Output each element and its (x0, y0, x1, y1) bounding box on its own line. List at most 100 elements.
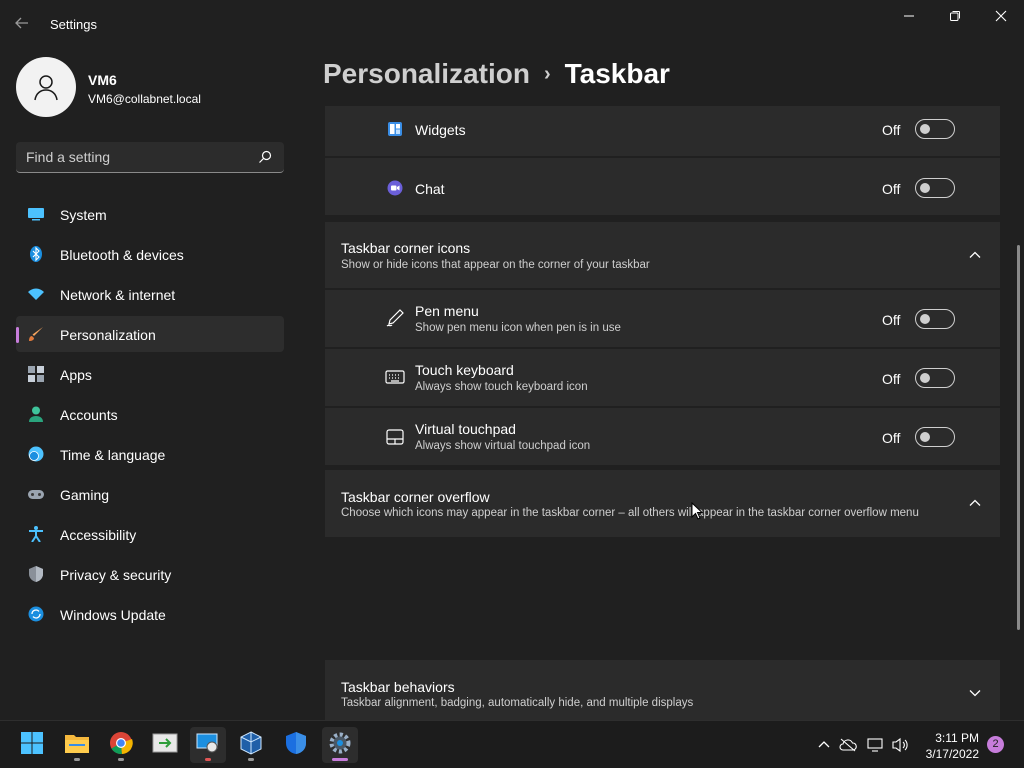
terminal-icon (152, 733, 178, 758)
restore-button[interactable] (932, 0, 978, 32)
sidebar-item-apps[interactable]: Apps (16, 356, 284, 392)
sidebar-item-label: Time & language (60, 447, 166, 463)
section-title: Taskbar corner icons (341, 240, 471, 256)
page-title: Taskbar (564, 58, 670, 89)
sidebar-item-label: Accounts (60, 407, 118, 423)
running-indicator (248, 758, 254, 761)
toggle-state-label: Off (882, 122, 901, 138)
start-button[interactable] (14, 727, 50, 763)
sidebar-item-label: Windows Update (60, 607, 166, 623)
touch-keyboard-toggle[interactable] (915, 368, 955, 388)
section-subtitle: Taskbar alignment, badging, automaticall… (341, 697, 694, 709)
apps-icon (28, 366, 44, 382)
breadcrumb-parent[interactable]: Personalization (323, 58, 530, 89)
notification-badge[interactable]: 2 (987, 736, 1004, 753)
sidebar-item-privacy[interactable]: Privacy & security (16, 556, 284, 592)
clock-globe-icon (28, 446, 44, 462)
corner-icons-expander[interactable]: Taskbar corner icons Show or hide icons … (325, 222, 1000, 288)
chevron-down-icon[interactable] (968, 686, 982, 700)
sidebar-item-system[interactable]: System (16, 196, 284, 232)
search-input[interactable] (26, 148, 246, 166)
setting-title: Touch keyboard (415, 362, 514, 378)
system-clock[interactable]: 3:11 PM 3/17/2022 (921, 730, 979, 762)
toggle-state-label: Off (882, 181, 901, 197)
section-subtitle: Show or hide icons that appear on the co… (341, 259, 650, 271)
setting-row-chat: Chat Off (325, 158, 1000, 215)
settings-icon (328, 731, 352, 760)
brush-icon (28, 326, 44, 342)
clock-date: 3/17/2022 (925, 747, 979, 761)
avatar[interactable] (16, 57, 76, 117)
person-icon (28, 406, 44, 422)
sidebar-item-label: System (60, 207, 107, 223)
sidebar-item-label: Accessibility (60, 527, 137, 543)
onedrive-offline-icon[interactable] (839, 736, 857, 754)
widgets-icon (385, 119, 405, 139)
taskbar-settings[interactable] (322, 727, 358, 763)
chat-toggle[interactable] (915, 178, 955, 198)
mouse-cursor-icon (691, 501, 704, 525)
sidebar-item-network[interactable]: Network & internet (16, 276, 284, 312)
running-indicator (74, 758, 80, 761)
setting-row-pen-menu: Pen menu Show pen menu icon when pen is … (325, 290, 1000, 347)
sidebar-item-bluetooth[interactable]: Bluetooth & devices (16, 236, 284, 272)
setting-row-touch-keyboard: Touch keyboard Always show touch keyboar… (325, 349, 1000, 406)
toggle-state-label: Off (882, 312, 901, 328)
running-indicator (205, 758, 211, 761)
section-title: Taskbar behaviors (341, 679, 455, 695)
setting-subtitle: Always show virtual touchpad icon (415, 440, 591, 452)
taskbar-virtualbox[interactable] (233, 727, 269, 763)
accessibility-icon (28, 526, 44, 543)
sidebar-item-label: Apps (60, 367, 92, 383)
breadcrumb: Personalization › Taskbar (323, 58, 670, 90)
taskbar-file-explorer[interactable] (59, 727, 95, 763)
active-indicator (332, 758, 348, 761)
chrome-icon (109, 731, 133, 760)
setting-row-virtual-touchpad: Virtual touchpad Always show virtual tou… (325, 408, 1000, 465)
sidebar-item-label: Bluetooth & devices (60, 247, 184, 263)
monitor-icon (28, 206, 44, 222)
setting-subtitle: Always show touch keyboard icon (415, 381, 588, 393)
behaviors-expander[interactable]: Taskbar behaviors Taskbar alignment, bad… (325, 660, 1000, 720)
chevron-up-icon[interactable] (815, 736, 833, 754)
wifi-icon (28, 286, 44, 302)
minimize-button[interactable] (886, 0, 932, 32)
setting-title: Widgets (415, 122, 466, 138)
close-button[interactable] (978, 0, 1024, 32)
setting-title: Chat (415, 181, 445, 197)
sidebar-item-windows-update[interactable]: Windows Update (16, 596, 284, 632)
sidebar-item-accounts[interactable]: Accounts (16, 396, 284, 432)
user-name: VM6 (88, 72, 117, 88)
sidebar-item-time-language[interactable]: Time & language (16, 436, 284, 472)
corner-overflow-expander[interactable]: Taskbar corner overflow Choose which ico… (325, 470, 1000, 537)
sidebar-item-label: Privacy & security (60, 567, 172, 583)
section-subtitle: Choose which icons may appear in the tas… (341, 507, 919, 519)
taskbar-chrome[interactable] (103, 727, 139, 763)
virtual-touchpad-toggle[interactable] (915, 427, 955, 447)
back-arrow-icon[interactable] (14, 15, 32, 33)
sidebar-item-personalization[interactable]: Personalization (16, 316, 284, 352)
search-icon[interactable] (258, 150, 272, 169)
clock-time: 3:11 PM (935, 731, 979, 745)
setting-title: Pen menu (415, 303, 479, 319)
section-title: Taskbar corner overflow (341, 489, 490, 505)
taskbar-defender[interactable] (278, 727, 314, 763)
running-indicator (118, 758, 124, 761)
sidebar-item-accessibility[interactable]: Accessibility (16, 516, 284, 552)
sidebar-item-label: Personalization (60, 327, 156, 343)
chevron-up-icon[interactable] (968, 248, 982, 262)
scrollbar-thumb[interactable] (1017, 245, 1020, 630)
setting-row-widgets: Widgets Off (325, 106, 1000, 156)
search-box[interactable] (16, 142, 284, 173)
chevron-up-icon[interactable] (968, 496, 982, 510)
widgets-toggle[interactable] (915, 119, 955, 139)
sidebar-item-label: Gaming (60, 487, 110, 503)
taskbar-remote-desktop[interactable] (190, 727, 226, 763)
pen-icon (385, 308, 405, 328)
volume-icon[interactable] (891, 736, 909, 754)
sidebar-item-gaming[interactable]: Gaming (16, 476, 284, 512)
taskbar-terminal[interactable] (147, 727, 183, 763)
network-icon[interactable] (866, 736, 884, 754)
pen-menu-toggle[interactable] (915, 309, 955, 329)
toggle-state-label: Off (882, 430, 901, 446)
